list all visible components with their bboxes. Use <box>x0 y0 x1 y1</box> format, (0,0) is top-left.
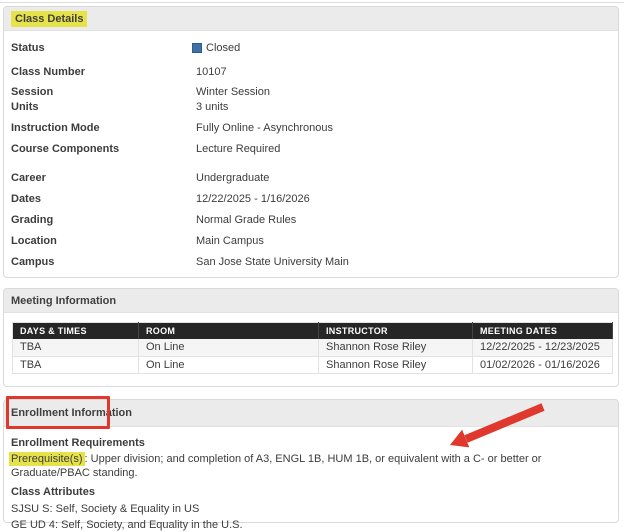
field-label: Location <box>11 235 57 247</box>
status-closed-icon <box>192 43 202 53</box>
column-header-days-times: DAYS & TIMES <box>12 322 139 339</box>
class-attribute-item: SJSU S: Self, Society & Equality in US <box>11 503 200 515</box>
field-value: Lecture Required <box>196 143 281 155</box>
field-label: Course Components <box>11 143 120 155</box>
field-value: Fully Online - Asynchronous <box>196 122 333 134</box>
column-header-meeting-dates: MEETING DATES <box>472 322 613 339</box>
class-details-page: { "colors": { "status_closed_square": "#… <box>0 0 624 531</box>
field-label: Status <box>11 42 45 54</box>
column-header-room: ROOM <box>138 322 319 339</box>
class-details-title: Class Details <box>11 10 88 27</box>
cell-days-times: TBA <box>12 339 139 357</box>
field-label: Dates <box>11 193 41 205</box>
field-row-career: Career Undergraduate <box>4 171 618 185</box>
class-details-header: Class Details <box>4 7 618 31</box>
field-row-dates: Dates 12/22/2025 - 1/16/2026 <box>4 192 618 206</box>
field-label: Units <box>11 101 39 113</box>
field-value: San Jose State University Main <box>196 256 349 268</box>
meeting-information-section: Meeting Information DAYS & TIMES ROOM IN… <box>3 288 619 387</box>
field-value: Closed <box>192 41 241 55</box>
table-row: TBA On Line Shannon Rose Riley 01/02/202… <box>12 356 613 374</box>
meeting-information-header: Meeting Information <box>4 289 618 313</box>
cell-days-times: TBA <box>12 356 139 374</box>
class-attribute-item: GE UD 4: Self, Society, and Equality in … <box>11 519 243 531</box>
field-row-class-number: Class Number 10107 <box>4 65 618 79</box>
enrollment-requirements-heading: Enrollment Requirements <box>11 437 145 449</box>
page-top-divider <box>0 2 624 3</box>
enrollment-body: Enrollment Requirements Prerequisite(s):… <box>4 436 618 532</box>
field-label: Instruction Mode <box>11 122 100 134</box>
field-value: Normal Grade Rules <box>196 214 297 226</box>
field-row-course-components: Course Components Lecture Required <box>4 142 618 156</box>
field-label: Career <box>11 172 46 184</box>
cell-room: On Line <box>138 356 319 374</box>
field-row-status: Status Closed <box>4 41 618 55</box>
cell-meeting-dates: 01/02/2026 - 01/16/2026 <box>472 356 613 374</box>
column-header-instructor: INSTRUCTOR <box>318 322 473 339</box>
field-label: Session <box>11 86 54 98</box>
field-value: 10107 <box>196 66 227 78</box>
field-label: Campus <box>11 256 55 268</box>
enrollment-information-section: Enrollment Information Enrollment Requir… <box>3 399 619 531</box>
prerequisite-line: Prerequisite(s): Upper division; and com… <box>9 452 618 480</box>
field-value: Undergraduate <box>196 172 270 184</box>
prerequisite-label-highlight: Prerequisite(s) <box>9 452 85 466</box>
class-details-section: Class Details Status Closed Class Number… <box>3 6 619 278</box>
field-row-campus: Campus San Jose State University Main <box>4 255 618 269</box>
field-row-location: Location Main Campus <box>4 234 618 248</box>
field-value: Winter Session <box>196 86 270 98</box>
enrollment-information-header: Enrollment Information <box>4 400 618 427</box>
field-label: Grading <box>11 214 54 226</box>
prerequisite-text: : Upper division; and completion of A3, … <box>11 453 542 479</box>
class-attributes-heading: Class Attributes <box>11 486 95 498</box>
cell-meeting-dates: 12/22/2025 - 12/23/2025 <box>472 339 613 357</box>
meeting-table: DAYS & TIMES ROOM INSTRUCTOR MEETING DAT… <box>12 322 613 374</box>
field-row-units: Units 3 units <box>4 100 618 114</box>
field-value: Main Campus <box>196 235 264 247</box>
field-label: Class Number <box>11 66 85 78</box>
meeting-table-header-row: DAYS & TIMES ROOM INSTRUCTOR MEETING DAT… <box>12 322 613 339</box>
meeting-information-title: Meeting Information <box>11 294 117 307</box>
cell-instructor: Shannon Rose Riley <box>318 339 473 357</box>
field-value: 12/22/2025 - 1/16/2026 <box>196 193 310 205</box>
cell-instructor: Shannon Rose Riley <box>318 356 473 374</box>
field-row-instruction-mode: Instruction Mode Fully Online - Asynchro… <box>4 121 618 135</box>
status-text: Closed <box>206 42 241 54</box>
cell-room: On Line <box>138 339 319 357</box>
field-row-grading: Grading Normal Grade Rules <box>4 213 618 227</box>
field-row-session: Session Winter Session <box>4 85 618 99</box>
table-row: TBA On Line Shannon Rose Riley 12/22/202… <box>12 339 613 357</box>
enrollment-information-title: Enrollment Information <box>11 407 132 419</box>
field-value: 3 units <box>196 101 229 113</box>
